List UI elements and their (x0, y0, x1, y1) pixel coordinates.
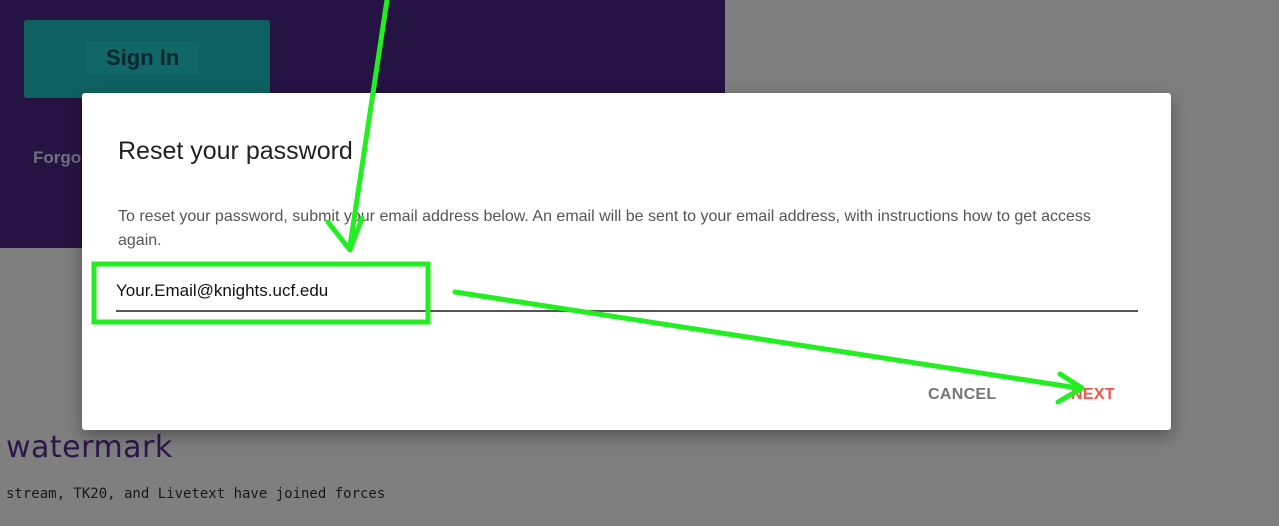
dialog-description: To reset your password, submit your emai… (118, 208, 1091, 249)
reset-password-dialog: Reset your password To reset your passwo… (82, 93, 1171, 430)
dialog-title: Reset your password (118, 137, 353, 165)
cancel-button[interactable]: CANCEL (928, 386, 996, 404)
page: Sign In Forgo watermark stream, TK20, an… (0, 0, 1279, 526)
next-button[interactable]: NEXT (1071, 386, 1115, 404)
email-input[interactable] (116, 272, 1138, 312)
